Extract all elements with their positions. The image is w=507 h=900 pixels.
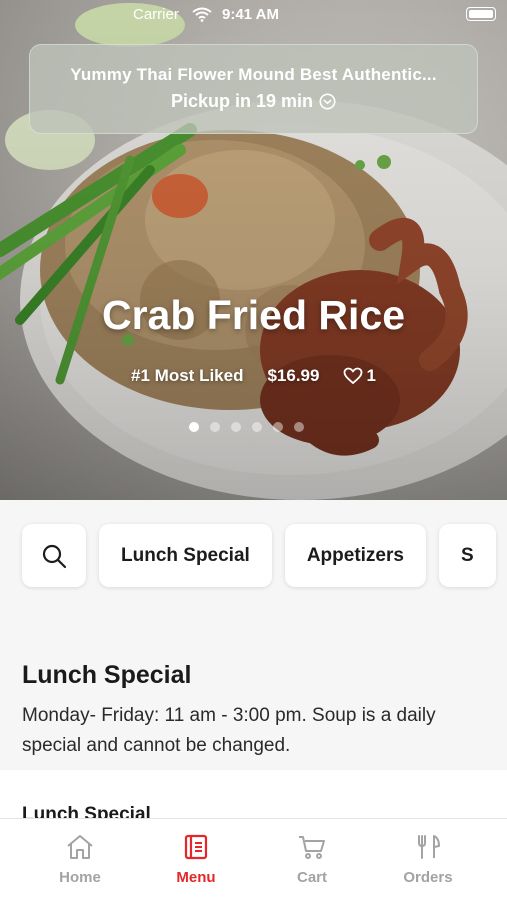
store-header-card[interactable]: Yummy Thai Flower Mound Best Authentic..… — [29, 44, 478, 134]
search-button[interactable] — [22, 524, 86, 587]
heart-icon — [344, 367, 363, 385]
tab-orders[interactable]: Orders — [370, 819, 486, 900]
featured-dish-meta: #1 Most Liked $16.99 1 — [0, 366, 507, 386]
carousel-dot[interactable] — [231, 422, 241, 432]
cart-icon — [299, 836, 325, 859]
carousel-dot[interactable] — [189, 422, 199, 432]
section-title: Lunch Special — [22, 661, 192, 689]
featured-dish-title: Crab Fried Rice — [101, 292, 406, 338]
carousel-dot[interactable] — [252, 422, 262, 432]
category-chip-lunch-special[interactable]: Lunch Special — [99, 524, 272, 587]
search-icon — [42, 544, 67, 568]
carousel-dot[interactable] — [273, 422, 283, 432]
pickup-selector[interactable]: Pickup in 19 min — [30, 91, 477, 112]
carrier-label: Carrier — [133, 6, 179, 23]
rank-label: #1 Most Liked — [131, 366, 244, 385]
like-button[interactable]: 1 — [343, 366, 376, 386]
category-chip-partial[interactable]: S — [438, 524, 496, 587]
like-count: 1 — [366, 366, 376, 385]
tab-home[interactable]: Home — [22, 819, 138, 900]
pickup-time: Pickup in 19 min — [170, 91, 314, 111]
home-icon — [67, 835, 93, 859]
tab-label: Cart — [296, 869, 327, 886]
clock: 9:41 AM — [222, 6, 279, 23]
hero-banner[interactable]: Carrier 9:41 AM Yummy Thai Flower Mound … — [0, 0, 507, 500]
status-bar: Carrier 9:41 AM — [0, 0, 507, 30]
utensils-icon — [418, 835, 440, 859]
carousel-dots[interactable] — [189, 422, 304, 432]
price-label: $16.99 — [267, 366, 320, 385]
menu-section: Lunch Special Monday- Friday: 11 am - 3:… — [0, 615, 507, 770]
section-description: Monday- Friday: 11 am - 3:00 pm. Soup is… — [22, 705, 436, 756]
tab-label: Home — [59, 869, 101, 886]
category-chip-appetizers[interactable]: Appetizers — [284, 524, 426, 587]
chevron-down-circle-icon — [319, 93, 336, 110]
tab-label: Menu — [176, 869, 216, 886]
carousel-dot[interactable] — [294, 422, 304, 432]
tab-cart[interactable]: Cart — [254, 819, 370, 900]
tab-menu[interactable]: Menu — [138, 819, 254, 900]
tab-bar: Home Menu Cart Orders — [0, 818, 507, 900]
carousel-dot[interactable] — [210, 422, 220, 432]
tab-label: Orders — [403, 869, 453, 886]
category-bar[interactable]: Lunch Special Appetizers S — [22, 524, 496, 587]
wifi-icon — [192, 7, 212, 22]
menu-icon — [184, 834, 208, 860]
battery-icon — [466, 7, 496, 21]
store-name: Yummy Thai Flower Mound Best Authentic..… — [70, 65, 437, 84]
